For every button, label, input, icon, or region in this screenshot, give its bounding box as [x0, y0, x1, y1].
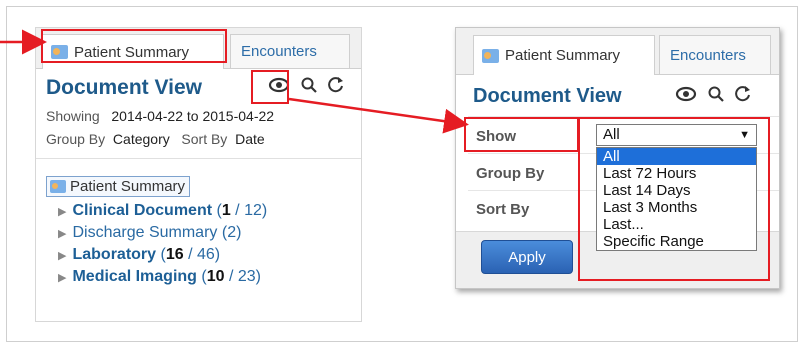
refresh-icon[interactable]	[327, 76, 345, 100]
highlight-eye-box	[251, 70, 289, 104]
tab-label: Encounters	[670, 46, 746, 64]
tab-patient-summary[interactable]: Patient Summary	[473, 35, 655, 75]
highlight-show-label-box	[464, 117, 579, 152]
tree-item-total: 23	[237, 268, 256, 285]
showing-value: 2014-04-22 to 2015-04-22	[111, 108, 275, 124]
tree-item-discharge-summary[interactable]: ▶ Discharge Summary (2)	[58, 224, 241, 242]
patient-summary-icon	[50, 180, 66, 193]
expand-arrow-icon[interactable]: ▶	[58, 250, 66, 262]
tab-label: Patient Summary	[505, 47, 621, 64]
search-icon[interactable]	[707, 85, 725, 109]
tree-item-label: Clinical Document	[72, 202, 213, 219]
showing-label: Showing	[46, 108, 100, 124]
tree-item-total: 46	[196, 246, 215, 263]
tab-encounters[interactable]: Encounters	[230, 34, 350, 68]
highlight-tab-box	[41, 29, 227, 63]
group-by-value[interactable]: Category	[113, 131, 170, 147]
tree-item-total: 2	[227, 224, 237, 241]
group-sort-row: Group By Category Sort By Date	[46, 131, 265, 147]
page-title: Document View	[46, 76, 202, 99]
tab-label: Encounters	[241, 43, 317, 60]
tree-item-clinical-document[interactable]: ▶ Clinical Document (1 / 12)	[58, 202, 267, 220]
sort-by-value[interactable]: Date	[235, 131, 265, 147]
eye-icon[interactable]	[675, 85, 697, 109]
tree-item-laboratory[interactable]: ▶ Laboratory (16 / 46)	[58, 246, 220, 264]
tree-item-count: 1	[221, 202, 231, 219]
tree-item-medical-imaging[interactable]: ▶ Medical Imaging (10 / 23)	[58, 268, 261, 286]
tree-item-total: 12	[244, 202, 262, 219]
expand-arrow-icon[interactable]: ▶	[58, 272, 66, 284]
tree-item-label: Laboratory	[72, 246, 157, 263]
showing-row: Showing 2014-04-22 to 2015-04-22	[46, 108, 274, 124]
tree-item-label: Medical Imaging	[72, 268, 197, 285]
group-by-label: Group By	[46, 131, 106, 147]
tree-root-patient-summary[interactable]: Patient Summary	[46, 176, 191, 197]
page-title: Document View	[473, 85, 622, 107]
patient-summary-icon	[482, 48, 499, 63]
apply-button[interactable]: Apply	[481, 240, 573, 274]
tab-encounters[interactable]: Encounters	[659, 35, 771, 74]
expand-arrow-icon[interactable]: ▶	[58, 206, 66, 218]
tab-bar: Patient Summary Encounters	[456, 28, 779, 75]
sort-by-label: Sort By	[181, 131, 228, 147]
sort-by-label: Sort By	[476, 201, 530, 218]
expand-arrow-icon[interactable]: ▶	[58, 228, 66, 240]
tree-item-count: 16	[165, 246, 184, 263]
highlight-dropdown-box	[578, 117, 770, 281]
search-icon[interactable]	[300, 76, 318, 100]
divider	[36, 158, 361, 159]
tree-root-label: Patient Summary	[70, 178, 186, 195]
tree-item-count: 10	[206, 268, 225, 285]
tree-item-label: Discharge Summary	[72, 224, 218, 241]
document-view-panel: Patient Summary Encounters Document View…	[35, 27, 362, 322]
refresh-icon[interactable]	[734, 85, 752, 109]
group-by-label: Group By	[476, 165, 545, 182]
